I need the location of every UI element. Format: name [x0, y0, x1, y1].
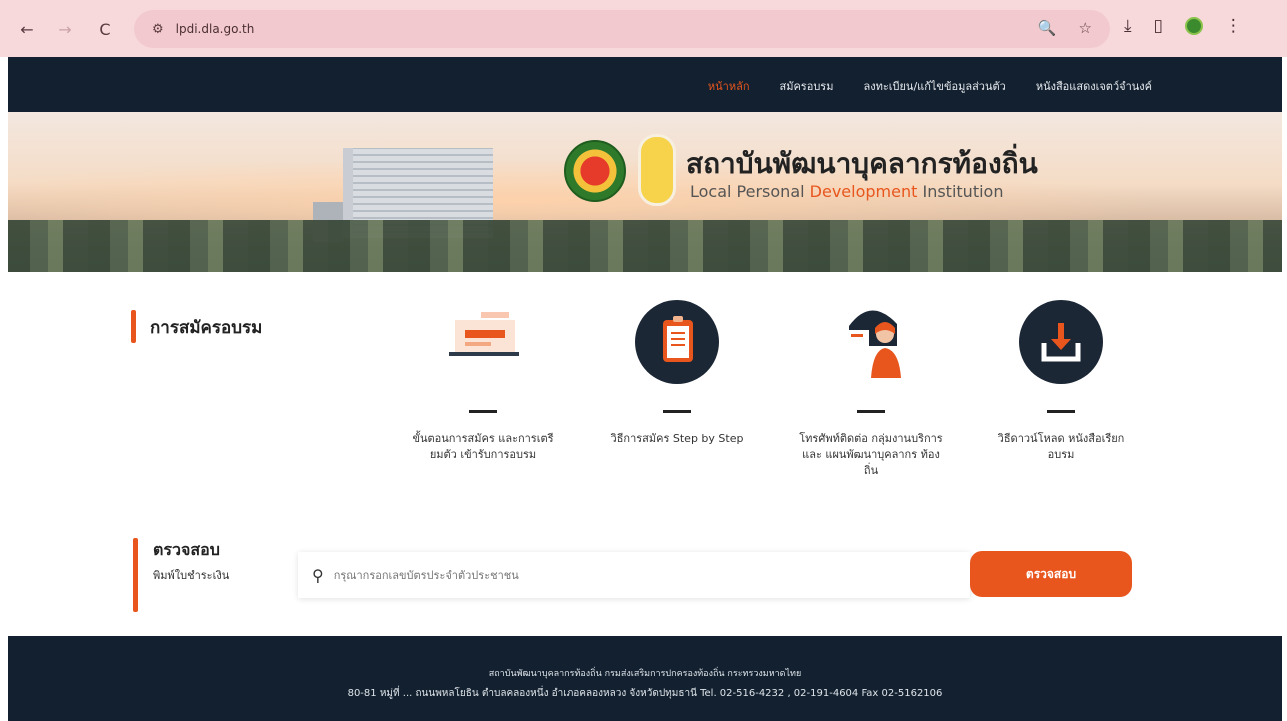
browser-menu-icon[interactable]: ⋮ [1225, 16, 1242, 36]
site-settings-icon[interactable]: ⚙ [152, 22, 164, 37]
hero-cityscape [8, 220, 1282, 272]
feature-divider [663, 410, 691, 413]
side-panel-icon[interactable]: ▯ [1154, 16, 1163, 36]
feature-apply-steps[interactable]: ขั้นตอนการสมัคร และการเตรียมตัว เข้ารับก… [408, 300, 558, 463]
site-title-english-part3: Institution [922, 182, 1004, 201]
feature-divider [857, 410, 885, 413]
support-person-icon [829, 300, 913, 384]
section-title-check: ตรวจสอบ [153, 540, 220, 559]
citizen-id-input[interactable] [333, 568, 894, 582]
download-icon[interactable]: ⤓ [1124, 16, 1132, 36]
feature-divider [469, 410, 497, 413]
bookmark-star-icon[interactable]: ☆ [1079, 19, 1092, 37]
nav-item-apply-training[interactable]: สมัครอบรม [779, 77, 833, 95]
feature-label[interactable]: วิธีดาวน์โหลด หนังสือเรียกอบรม [986, 431, 1136, 463]
department-emblem-logo [638, 134, 676, 206]
site-title-english-part2: Development [809, 182, 918, 201]
section-accent-bar [131, 310, 136, 343]
nav-item-intent-letter[interactable]: หนังสือแสดงเจตว์จำนงค์ [1036, 77, 1152, 95]
site-footer: สถาบันพัฒนาบุคลากรท้องถิ่น กรมส่งเสริมกา… [8, 636, 1282, 721]
hero-banner: สถาบันพัฒนาบุคลากรท้องถิ่น Local Persona… [8, 112, 1282, 272]
profile-avatar[interactable] [1184, 17, 1203, 35]
institute-seal-logo [564, 140, 626, 202]
site-title-english-part1: Local Personal [690, 182, 805, 201]
reload-icon[interactable]: C [94, 18, 116, 40]
feature-step-by-step[interactable]: วิธีการสมัคร Step by Step [602, 300, 752, 447]
download-icon [1019, 300, 1103, 384]
section-accent-bar [133, 538, 138, 612]
feature-download-letter[interactable]: วิธีดาวน์โหลด หนังสือเรียกอบรม [986, 300, 1136, 463]
citizen-id-search[interactable]: ⚲ [298, 552, 970, 598]
nav-item-register-profile[interactable]: ลงทะเบียน/แก้ไขข้อมูลส่วนตัว [863, 77, 1005, 95]
footer-address: 80-81 หมู่ที่ ... ถนนพหลโยธิน ตำบลคลองหน… [347, 688, 943, 699]
browser-toolbar: ← → C ⚙ lpdi.dla.go.th 🔍 ☆ ⤓ ▯ ⋮ [0, 0, 1287, 57]
laptop-form-icon [441, 300, 525, 384]
url-text[interactable]: lpdi.dla.go.th [176, 22, 255, 36]
feature-label[interactable]: ขั้นตอนการสมัคร และการเตรียมตัว เข้ารับก… [408, 431, 558, 463]
feature-label[interactable]: วิธีการสมัคร Step by Step [602, 431, 752, 447]
section-title-registration: การสมัครอบรม [150, 318, 263, 338]
forward-icon[interactable]: → [54, 18, 76, 40]
zoom-icon[interactable]: 🔍 [1038, 19, 1057, 37]
site-navbar: หน้าหลัก สมัครอบรม ลงทะเบียน/แก้ไขข้อมูล… [8, 57, 1282, 112]
feature-contact[interactable]: โทรศัพท์ติดต่อ กลุ่มงานบริการและ แผนพัฒน… [796, 300, 946, 479]
feature-divider [1047, 410, 1075, 413]
clipboard-icon [635, 300, 719, 384]
nav-item-home[interactable]: หน้าหลัก [708, 77, 750, 95]
back-icon[interactable]: ← [16, 18, 38, 40]
site-title-thai: สถาบันพัฒนาบุคลากรท้องถิ่น [686, 147, 1038, 180]
section-subtitle-print-invoice: พิมพ์ใบชำระเงิน [153, 569, 230, 582]
search-icon: ⚲ [312, 565, 324, 585]
site-title-english: Local Personal Development Institution [690, 182, 1003, 201]
address-bar[interactable]: ⚙ lpdi.dla.go.th 🔍 ☆ [134, 10, 1110, 48]
footer-organization: สถาบันพัฒนาบุคลากรท้องถิ่น กรมส่งเสริมกา… [488, 669, 802, 679]
check-button[interactable]: ตรวจสอบ [970, 551, 1132, 597]
feature-label[interactable]: โทรศัพท์ติดต่อ กลุ่มงานบริการและ แผนพัฒน… [796, 431, 946, 479]
